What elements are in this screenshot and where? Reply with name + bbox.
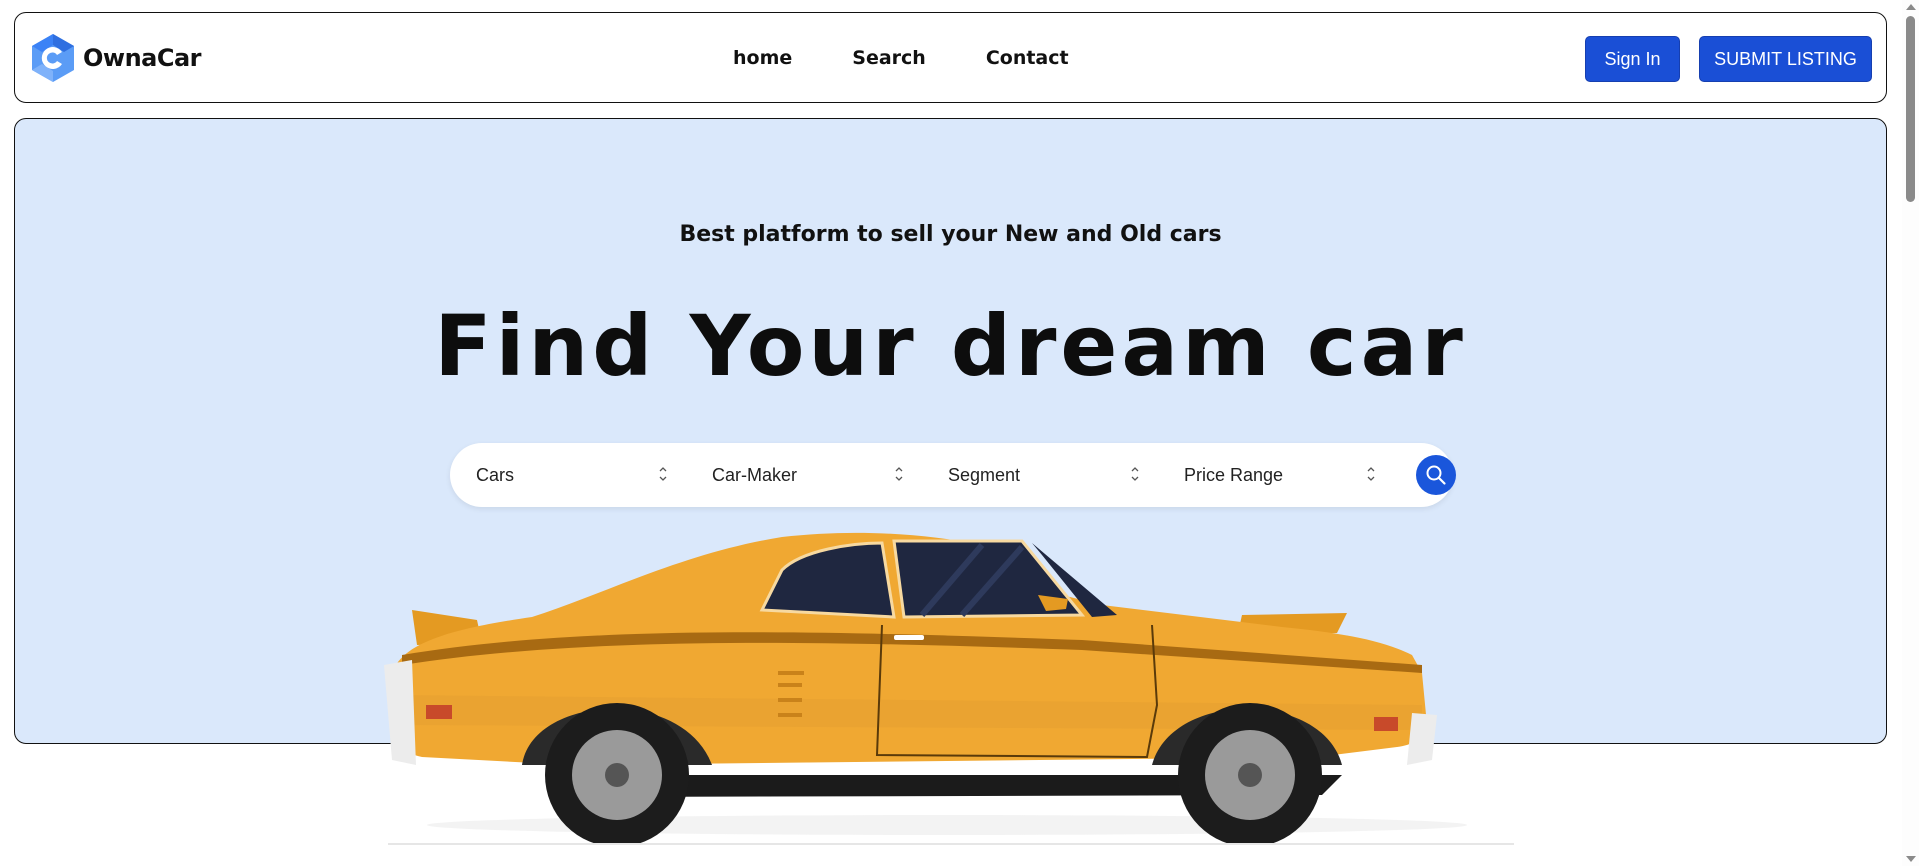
scroll-up-arrow-icon[interactable]: [1906, 4, 1916, 10]
nav-link-home[interactable]: home: [733, 47, 792, 69]
chevron-updown-icon: [659, 467, 667, 481]
search-button[interactable]: [1416, 455, 1456, 495]
filter-cars-label: Cars: [476, 464, 515, 485]
scroll-thumb[interactable]: [1906, 16, 1915, 202]
page-scrollbar[interactable]: [1902, 0, 1919, 866]
filter-segment-select[interactable]: Segment: [948, 443, 1158, 507]
hexagon-c-logo-icon: [32, 34, 74, 82]
chevron-updown-icon: [1367, 467, 1375, 481]
ground-line: [388, 843, 1514, 845]
filter-price-range-select[interactable]: Price Range: [1184, 443, 1394, 507]
brand-logo[interactable]: OwnaCar: [31, 33, 202, 83]
brand-name: OwnaCar: [83, 44, 202, 72]
filter-segment-label: Segment: [948, 464, 1021, 485]
chevron-updown-icon: [895, 467, 903, 481]
search-icon: [1426, 465, 1446, 485]
sign-in-button[interactable]: Sign In: [1585, 36, 1680, 82]
main-nav: home Search Contact: [733, 47, 1069, 69]
filter-price-range-label: Price Range: [1184, 464, 1284, 485]
filter-cars-select[interactable]: Cars: [476, 443, 686, 507]
nav-link-contact[interactable]: Contact: [986, 47, 1069, 69]
top-navbar: OwnaCar home Search Contact Sign In SUBM…: [14, 12, 1887, 103]
hero-headline: Find Your dream car: [434, 297, 1467, 395]
scroll-down-arrow-icon[interactable]: [1906, 856, 1916, 862]
page: OwnaCar home Search Contact Sign In SUBM…: [0, 0, 1919, 866]
filter-car-maker-label: Car-Maker: [712, 464, 798, 485]
search-bar: Cars Car-Maker Segment Price Range: [450, 443, 1456, 507]
filter-car-maker-select[interactable]: Car-Maker: [712, 443, 922, 507]
chevron-updown-icon: [1131, 467, 1139, 481]
nav-link-search[interactable]: Search: [852, 47, 926, 69]
yellow-muscle-car-illustration: [384, 532, 1467, 845]
hero-tagline: Best platform to sell your New and Old c…: [679, 222, 1222, 247]
submit-listing-button[interactable]: SUBMIT LISTING: [1699, 36, 1872, 82]
